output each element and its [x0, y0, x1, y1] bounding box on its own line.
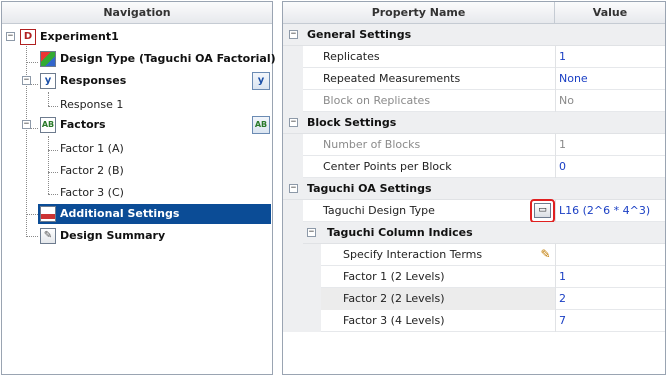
edit-pencil-icon[interactable]: ✎ — [538, 247, 553, 262]
settings-icon — [40, 206, 56, 222]
nav-item-response-1[interactable]: Response 1 — [60, 94, 123, 116]
nav-item-additional-settings[interactable]: Additional Settings — [38, 204, 271, 224]
column-indices-expander[interactable]: − — [307, 228, 316, 237]
responses-expander[interactable]: − — [22, 76, 31, 85]
repeated-measurements-value[interactable]: None — [559, 68, 588, 90]
nav-item-design-summary[interactable]: ✎ Design Summary — [40, 225, 240, 247]
prop-center-points[interactable]: Center Points per Block 0 — [283, 156, 665, 178]
block-on-replicates-value: No — [559, 94, 574, 107]
factors-expander[interactable]: − — [22, 120, 31, 129]
column-indices-title: Taguchi Column Indices — [327, 226, 473, 239]
repeated-measurements-name: Repeated Measurements — [323, 72, 461, 85]
navigation-tree: − D Experiment1 Design Type (Taguchi OA … — [2, 24, 276, 374]
prop-factor-3-column[interactable]: Factor 3 (4 Levels) 7 — [283, 310, 665, 332]
prop-specify-interaction-terms[interactable]: Specify Interaction Terms ✎ — [283, 244, 665, 266]
category-taguchi-settings[interactable]: − Taguchi OA Settings — [283, 178, 665, 200]
block-settings-title: Block Settings — [307, 116, 397, 129]
property-grid: Property Name Value − General Settings R… — [282, 1, 666, 375]
navigation-header: Navigation — [2, 2, 272, 24]
general-expander[interactable]: − — [289, 30, 298, 39]
prop-factor-1-column[interactable]: Factor 1 (2 Levels) 1 — [283, 266, 665, 288]
replicates-name: Replicates — [323, 50, 380, 63]
prop-number-of-blocks: Number of Blocks 1 — [283, 134, 665, 156]
highlight-box — [530, 199, 555, 223]
factor-2-column-name: Factor 2 (2 Levels) — [343, 292, 445, 305]
root-expander[interactable]: − — [6, 32, 15, 41]
additional-settings-label: Additional Settings — [60, 207, 180, 220]
nav-item-factor-3[interactable]: Factor 3 (C) — [60, 182, 124, 204]
factor-1-column-value[interactable]: 1 — [559, 266, 566, 288]
design-type-label: Design Type (Taguchi OA Factorial) — [60, 52, 276, 65]
taguchi-design-type-name: Taguchi Design Type — [323, 204, 435, 217]
taguchi-expander[interactable]: − — [289, 184, 298, 193]
grid-header: Property Name Value — [283, 2, 665, 24]
nav-item-factors[interactable]: AB Factors — [40, 114, 240, 136]
prop-factor-2-column[interactable]: Factor 2 (2 Levels) 2 — [283, 288, 665, 310]
center-points-value[interactable]: 0 — [559, 156, 566, 178]
responses-icon: y — [40, 73, 56, 89]
category-block-settings[interactable]: − Block Settings — [283, 112, 665, 134]
replicates-value[interactable]: 1 — [559, 46, 566, 68]
category-taguchi-column-indices[interactable]: − Taguchi Column Indices — [283, 222, 665, 244]
responses-label: Responses — [60, 74, 127, 87]
design-type-icon — [40, 51, 56, 67]
prop-taguchi-design-type[interactable]: Taguchi Design Type ▭ L16 (2^6 * 4^3) — [283, 199, 665, 223]
property-name-header: Property Name — [283, 2, 555, 24]
experiment-node[interactable]: D Experiment1 — [20, 26, 220, 48]
taguchi-design-type-value[interactable]: L16 (2^6 * 4^3) — [559, 200, 650, 222]
factor-1-column-name: Factor 1 (2 Levels) — [343, 270, 445, 283]
experiment-icon: D — [20, 29, 36, 45]
navigation-panel: Navigation − D Experiment1 Design Type (… — [1, 1, 276, 375]
center-points-name: Center Points per Block — [323, 160, 452, 173]
factor-3-column-value[interactable]: 7 — [559, 310, 566, 332]
experiment-label: Experiment1 — [40, 30, 119, 43]
nav-item-factor-2[interactable]: Factor 2 (B) — [60, 160, 124, 182]
prop-block-on-replicates: Block on Replicates No — [283, 90, 665, 112]
design-summary-label: Design Summary — [60, 229, 166, 242]
number-of-blocks-name: Number of Blocks — [323, 138, 421, 151]
general-settings-title: General Settings — [307, 28, 412, 41]
taguchi-settings-title: Taguchi OA Settings — [307, 182, 432, 195]
factors-label: Factors — [60, 118, 106, 131]
add-response-button[interactable]: y — [252, 72, 270, 90]
prop-repeated-measurements[interactable]: Repeated Measurements None — [283, 68, 665, 90]
nav-item-factor-1[interactable]: Factor 1 (A) — [60, 138, 124, 160]
prop-replicates[interactable]: Replicates 1 — [283, 46, 665, 68]
nav-item-design-type[interactable]: Design Type (Taguchi OA Factorial) — [40, 48, 276, 70]
block-on-replicates-name: Block on Replicates — [323, 94, 431, 107]
factors-icon: AB — [40, 117, 56, 133]
category-general-settings[interactable]: − General Settings — [283, 24, 665, 46]
value-header: Value — [592, 6, 628, 19]
block-expander[interactable]: − — [289, 118, 298, 127]
specify-interaction-terms-name: Specify Interaction Terms — [343, 248, 483, 261]
add-factor-button[interactable]: AB — [252, 116, 270, 134]
summary-icon: ✎ — [40, 228, 56, 244]
nav-item-responses[interactable]: y Responses — [40, 70, 240, 92]
number-of-blocks-value: 1 — [559, 138, 566, 151]
factor-2-column-value[interactable]: 2 — [559, 288, 566, 310]
factor-3-column-name: Factor 3 (4 Levels) — [343, 314, 445, 327]
